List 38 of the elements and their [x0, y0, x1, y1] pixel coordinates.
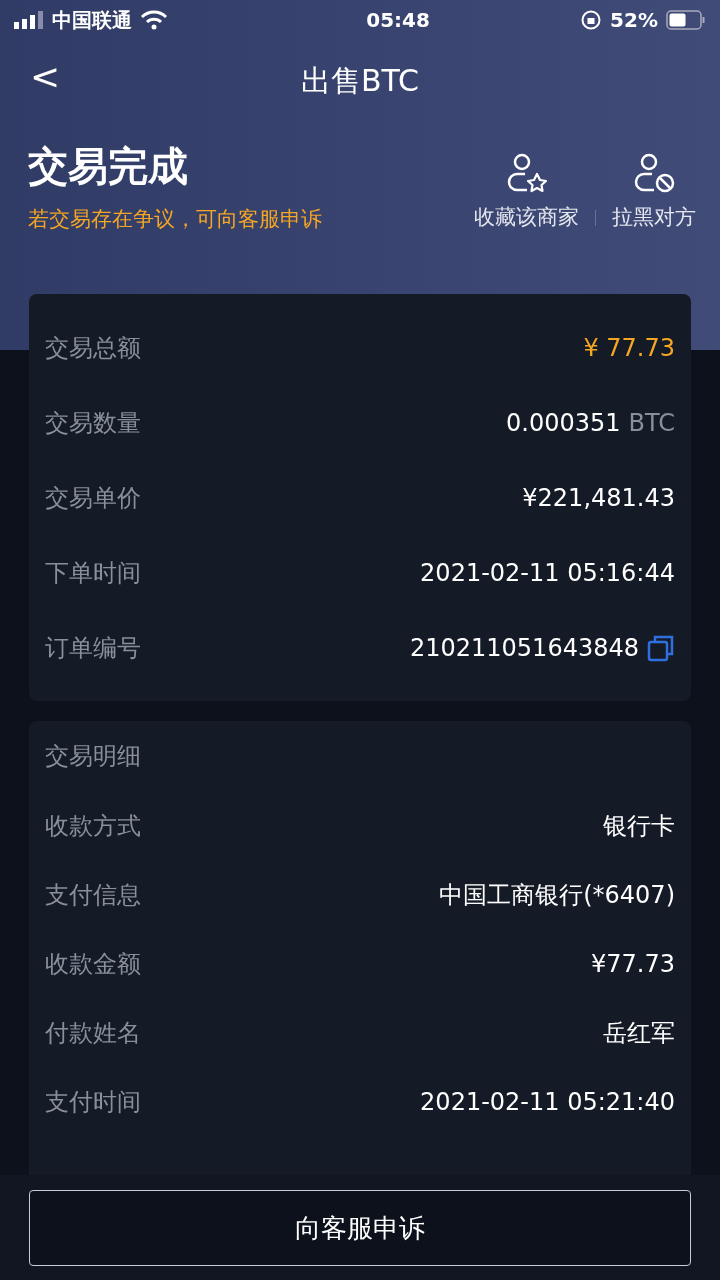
order-status: 交易完成	[28, 142, 189, 191]
copy-icon	[647, 633, 675, 662]
field-label: 订单编号	[45, 632, 141, 664]
field-value: 岳红军	[603, 1017, 675, 1049]
field-value: 0.000351	[506, 407, 621, 439]
field-value: 2021-02-11 05:16:44	[420, 557, 675, 589]
field-value: 2021-02-11 05:21:40	[420, 1086, 675, 1118]
merchant-action[interactable]: 拉黑对方	[612, 152, 696, 234]
field-label: 支付时间	[45, 1086, 141, 1118]
carrier-name: 中国联通	[52, 7, 132, 34]
signal-icon	[14, 11, 44, 29]
rotation-lock-icon	[580, 9, 603, 31]
field-label: 收款方式	[45, 810, 141, 842]
field-label: 支付信息	[45, 879, 141, 911]
field-label: 下单时间	[45, 557, 141, 589]
field-label: 收款金额	[45, 948, 141, 980]
field-label: 交易单价	[45, 482, 141, 514]
user-block-icon	[632, 152, 676, 194]
field-value: ¥221,481.43	[522, 482, 675, 514]
field-label: 交易总额	[45, 332, 141, 364]
merchant-action[interactable]: 收藏该商家	[474, 152, 579, 234]
field-value: 中国工商银行(*6407)	[439, 879, 675, 911]
field-label: 交易数量	[45, 407, 141, 439]
field-value: ¥77.73	[591, 948, 675, 980]
appeal-button[interactable]: 向客服申诉	[29, 1190, 691, 1266]
battery-percent: 52%	[610, 7, 658, 34]
field-label: 付款姓名	[45, 1017, 141, 1049]
status-time: 05:48	[366, 7, 430, 34]
battery-icon	[666, 10, 706, 30]
field-value: 银行卡	[603, 810, 675, 842]
page-title: 出售BTC	[300, 61, 420, 100]
section-title: 交易明细	[45, 741, 141, 772]
field-value: 210211051643848	[409, 632, 639, 664]
field-value: ¥ 77.73	[583, 332, 675, 364]
back-button[interactable]: <	[22, 50, 69, 104]
wifi-icon	[140, 10, 168, 30]
dispute-note: 若交易存在争议，可向客服申诉	[28, 206, 322, 233]
unit-label: BTC	[628, 407, 675, 439]
